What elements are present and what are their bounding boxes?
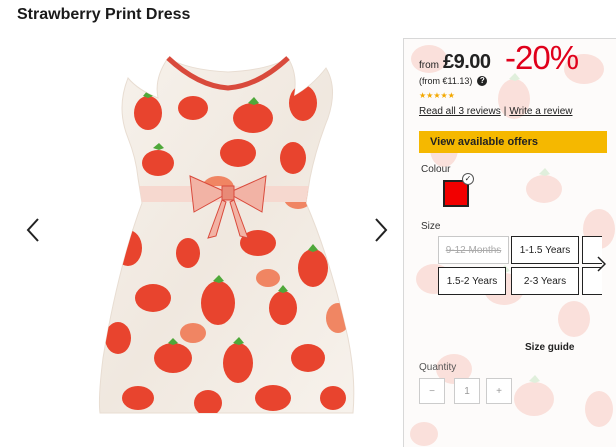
price: £9.00 <box>443 51 491 73</box>
from-label: from <box>419 60 439 71</box>
product-page: Strawberry Print Dress from £9.00 -20% (… <box>0 0 616 447</box>
help-icon[interactable]: ? <box>477 76 488 86</box>
size-option-1.5-2-years[interactable]: 1.5-2 Years <box>438 267 506 295</box>
product-title: Strawberry Print Dress <box>17 6 191 23</box>
price-row: from £9.00 <box>419 51 491 74</box>
size-option-2-3-years[interactable]: 2-3 Years <box>511 267 579 295</box>
gallery-next-button[interactable] <box>370 213 392 247</box>
quantity-decrement-button[interactable]: − <box>419 378 445 404</box>
product-image <box>98 38 360 438</box>
eur-price-text: (from €11.13) <box>419 76 473 86</box>
purchase-panel: from £9.00 -20% (from €11.13) ? ★★★★★ Re… <box>403 38 616 447</box>
view-offers-button[interactable]: View available offers <box>419 131 607 153</box>
panel-content: from £9.00 -20% (from €11.13) ? ★★★★★ Re… <box>404 39 616 447</box>
size-label: Size <box>421 221 441 232</box>
reviews-links: Read all 3 reviews | Write a review <box>419 106 573 117</box>
size-option-9-12-months[interactable]: 9-12 Months <box>438 236 509 264</box>
chevron-right-icon <box>596 256 606 272</box>
read-reviews-link[interactable]: Read all 3 reviews <box>419 106 501 117</box>
colour-label: Colour <box>421 164 451 175</box>
discount-badge: -20% <box>505 39 579 76</box>
eur-price: (from €11.13) ? <box>419 76 488 86</box>
quantity-label: Quantity <box>419 362 457 373</box>
gallery-prev-button[interactable] <box>22 213 44 247</box>
quantity-input[interactable]: 1 <box>454 378 480 404</box>
check-icon: ✓ <box>462 173 474 185</box>
reviews-separator: | <box>503 106 507 117</box>
quantity-increment-button[interactable]: + <box>486 378 512 404</box>
write-review-link[interactable]: Write a review <box>509 106 572 117</box>
rating-stars: ★★★★★ <box>419 91 455 100</box>
chevron-left-icon <box>26 218 39 242</box>
size-option-1-1.5-years[interactable]: 1-1.5 Years <box>511 236 579 264</box>
size-scroll-button[interactable] <box>594 253 608 275</box>
size-guide-link[interactable]: Size guide <box>525 342 574 353</box>
chevron-right-icon <box>375 218 388 242</box>
